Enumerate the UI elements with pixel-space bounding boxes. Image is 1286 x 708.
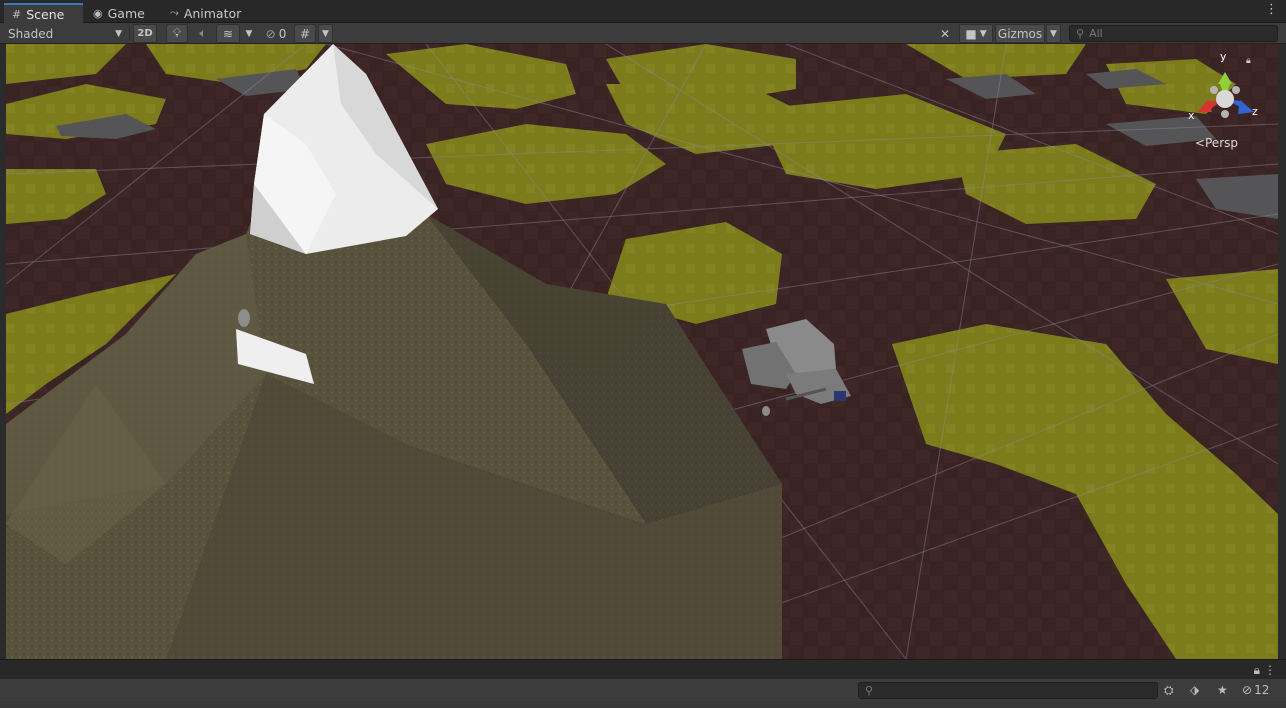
- scene-window-tabbar: # Scene ◉ Game ⤳ Animator ⋮: [0, 0, 1286, 23]
- viewport-right-border: [1278, 44, 1286, 659]
- effects-toggle-button[interactable]: ≋: [216, 24, 240, 43]
- hidden-packages-toggle[interactable]: ⊘ 12: [1242, 683, 1269, 697]
- grid-toggle-button[interactable]: #: [294, 24, 316, 43]
- layers-icon: ≋: [222, 26, 234, 41]
- grid-icon: #: [12, 7, 22, 21]
- camera-icon: ■: [965, 26, 977, 41]
- hidden-packages-count: 12: [1254, 683, 1270, 697]
- capsule-object: [238, 309, 250, 327]
- tab-animator[interactable]: ⤳ Animator: [162, 3, 244, 23]
- panel-search-input[interactable]: ⚲: [858, 682, 1158, 699]
- lower-panel-toolbar: ⚲ ⛭ ⬗ ★ ⊘ 12: [0, 679, 1286, 701]
- toolbar-divider: [129, 26, 130, 41]
- grid-icon: #: [299, 26, 311, 41]
- speaker-icon: 🔈︎: [199, 26, 207, 40]
- gizmos-label: Gizmos: [997, 26, 1043, 41]
- audio-toggle-button[interactable]: 🔈︎: [192, 24, 214, 43]
- toggle-2d-label: 2D: [137, 28, 153, 39]
- camera-settings-button[interactable]: ■ ▼: [959, 24, 993, 43]
- projection-label: Persp: [1205, 136, 1238, 150]
- tab-animator-label: Animator: [183, 5, 242, 21]
- gizmo-x-label: x: [1188, 109, 1195, 122]
- gizmo-y-label: y: [1220, 50, 1227, 63]
- chevron-down-icon: ▼: [1050, 28, 1057, 39]
- gizmos-dropdown[interactable]: ▼: [1046, 24, 1061, 43]
- scene-visibility-button[interactable]: ⊘ 0: [260, 24, 292, 43]
- chevron-down-icon: ▼: [979, 28, 987, 39]
- chevron-down-icon: ▼: [322, 28, 329, 39]
- filter-by-type-icon[interactable]: ⛭: [1164, 683, 1174, 698]
- lower-panel-body: [0, 701, 1286, 708]
- chevron-down-icon: ▼: [115, 28, 122, 39]
- draw-mode-dropdown[interactable]: Shaded ▼: [4, 24, 126, 43]
- tab-game-label: Game: [107, 5, 145, 21]
- lower-panel-header: 🔒︎ ⋮: [0, 659, 1286, 679]
- axis-gizmo-icon: [1198, 72, 1254, 118]
- hidden-eye-icon: ⊘: [265, 26, 276, 41]
- scene-visibility-count: 0: [278, 26, 287, 41]
- grid-settings-dropdown[interactable]: ▼: [318, 24, 333, 43]
- scene-search-input[interactable]: ⚲ All: [1069, 25, 1278, 42]
- scene-viewport[interactable]: y x z 🔒︎ <Persp: [6, 44, 1278, 659]
- tab-scene[interactable]: # Scene: [4, 3, 83, 23]
- animator-icon: ⤳: [170, 6, 179, 19]
- draw-mode-value: Shaded: [8, 26, 54, 41]
- lightbulb-icon: 💡︎: [172, 26, 182, 40]
- scene-toolbar: Shaded ▼ 2D 💡︎ 🔈︎ ≋ ▼ ⊘ 0 # ▼ ✕ ■ ▼ Gizm…: [0, 23, 1286, 44]
- search-icon: ⚲: [865, 684, 874, 697]
- hidden-eye-icon: ⊘: [1242, 683, 1253, 697]
- projection-toggle[interactable]: <Persp: [1195, 136, 1238, 150]
- tab-scene-label: Scene: [26, 6, 65, 22]
- tools-button[interactable]: ✕: [934, 24, 956, 43]
- toggle-2d-button[interactable]: 2D: [133, 24, 157, 43]
- window-menu-icon[interactable]: ⋮: [1265, 3, 1278, 17]
- label-tag-icon[interactable]: ⬗: [1190, 683, 1199, 697]
- lock-icon[interactable]: 🔒︎: [1246, 56, 1251, 66]
- chevron-down-icon: ▼: [245, 28, 253, 39]
- gamepad-icon: ◉: [93, 6, 103, 20]
- search-icon: ⚲: [1076, 27, 1085, 40]
- gizmo-z-label: z: [1252, 105, 1258, 118]
- chevron-left-icon: <: [1194, 136, 1205, 150]
- tools-icon: ✕: [939, 26, 951, 41]
- scene-search-placeholder: All: [1089, 27, 1103, 40]
- tab-game[interactable]: ◉ Game: [85, 3, 151, 23]
- window-menu-icon[interactable]: ⋮: [1264, 663, 1276, 677]
- scene-render: [6, 44, 1278, 659]
- favorite-star-icon[interactable]: ★: [1217, 683, 1228, 697]
- lock-icon[interactable]: 🔒︎: [1254, 663, 1260, 678]
- lighting-toggle-button[interactable]: 💡︎: [166, 24, 188, 43]
- effects-dropdown[interactable]: ▼: [242, 24, 256, 43]
- gizmos-button[interactable]: Gizmos: [995, 24, 1045, 43]
